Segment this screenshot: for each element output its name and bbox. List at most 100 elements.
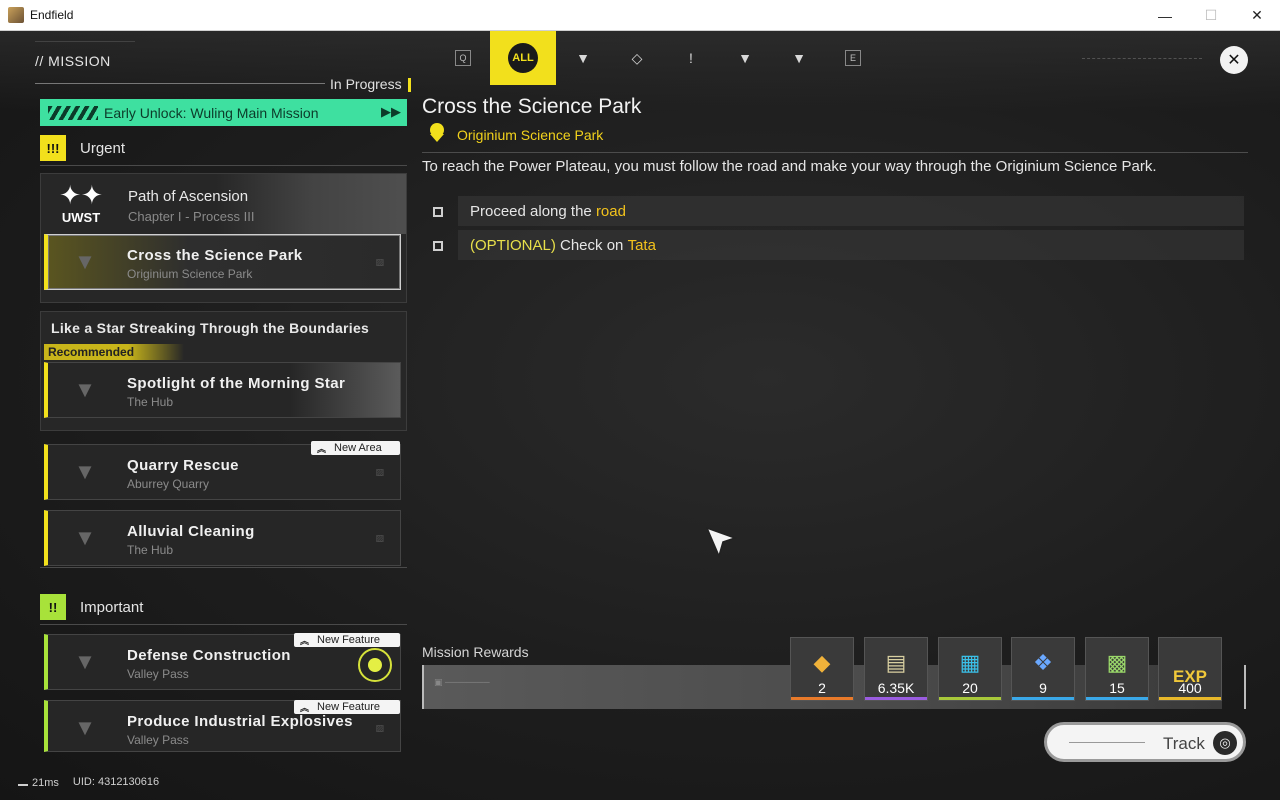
reward-item[interactable]: ◆ 2 (790, 637, 854, 701)
mission-emblem-icon: ▼ (74, 649, 96, 674)
section-divider (40, 567, 407, 568)
reward-item[interactable]: ▤ 6.35K (864, 637, 928, 701)
rarity-bar (791, 697, 853, 700)
objective-checkbox-icon (433, 241, 443, 251)
tab-urgent-missions[interactable]: ! (664, 31, 718, 85)
urgent-section-header: !!! Urgent (40, 135, 125, 161)
mission-title: Cross the Science Park (127, 247, 303, 264)
rewards-label: Mission Rewards (422, 644, 529, 660)
rarity-bar (939, 697, 1001, 700)
ping-readout: 21ms (18, 776, 59, 789)
tab-other-missions[interactable]: ▼ (772, 31, 826, 85)
mission-location: Valley Pass (127, 667, 189, 681)
mission-location: Valley Pass (127, 733, 189, 747)
uid-readout: UID: 4312130616 (72, 776, 160, 788)
new-area-badge: ︽ New Area (311, 441, 400, 455)
reward-quantity: 6.35K (877, 680, 915, 696)
tab-main-missions[interactable]: ▼ (556, 31, 610, 85)
tracking-indicator-icon (358, 648, 392, 682)
urgent-mission-icon: ! (689, 50, 693, 66)
minimize-button[interactable]: — (1142, 0, 1188, 31)
hatch-icon: ▨ (375, 467, 384, 477)
important-section-header: !! Important (40, 594, 143, 620)
mission-location: Originium Science Park (127, 267, 253, 281)
fast-forward-icon: ▶▶ (381, 104, 401, 119)
mission-card-spotlight-of-the-morning-star[interactable]: ▼ Spotlight of the Morning Star The Hub (44, 362, 401, 418)
list-divider (35, 83, 325, 84)
new-feature-badge: ︽ New Feature (294, 700, 400, 714)
track-button[interactable]: Track ◎ (1044, 722, 1246, 762)
uwst-logo: ✦✦ UWST (51, 180, 111, 232)
app-icon (8, 7, 24, 23)
in-progress-label: In Progress (330, 76, 402, 92)
rarity-bar (1012, 697, 1074, 700)
early-unlock-banner[interactable]: Early Unlock: Wuling Main Mission ▶▶ (40, 99, 407, 126)
status-bar: 21ms UID: 4312130616 (18, 776, 159, 789)
recommended-tag: Recommended (44, 344, 184, 360)
early-unlock-label: Early Unlock: Wuling Main Mission (104, 104, 319, 121)
reward-item[interactable]: ▩ 15 (1085, 637, 1149, 701)
tab-region-missions[interactable]: ▼ (718, 31, 772, 85)
close-icon: ✕ (1227, 52, 1241, 69)
mission-location: The Hub (127, 543, 174, 557)
blue-crystal-icon: ❖ (1033, 650, 1053, 675)
urgent-label: Urgent (80, 139, 126, 157)
urgent-icon: !!! (40, 135, 66, 161)
reward-quantity: 15 (1109, 680, 1125, 696)
group-title: Like a Star Streaking Through the Bounda… (51, 320, 370, 336)
section-divider (40, 165, 407, 166)
detail-title: Cross the Science Park (422, 95, 642, 118)
detail-description: To reach the Power Plateau, you must fol… (422, 158, 1157, 175)
mission-card-cross-the-science-park[interactable]: ▼ Cross the Science Park Originium Scien… (44, 234, 401, 290)
double-chevron-up-icon: ︽ (300, 702, 310, 713)
tab-side-missions[interactable]: ◇ (610, 31, 664, 85)
close-window-button[interactable]: ✕ (1234, 0, 1280, 31)
region-mission-icon: ▼ (738, 50, 752, 66)
game-area: // MISSION Q ALL ▼ ◇ ! ▼ ▼ E ✕ In Progre… (0, 31, 1280, 800)
other-mission-icon: ▼ (792, 50, 806, 66)
mission-emblem-icon: ▼ (74, 459, 96, 484)
important-label: Important (80, 598, 144, 616)
mission-filter-tabs: Q ALL ▼ ◇ ! ▼ ▼ E (436, 31, 880, 85)
tab-e[interactable]: E (826, 31, 880, 85)
tab-q[interactable]: Q (436, 31, 490, 85)
mission-title: Alluvial Cleaning (127, 523, 255, 540)
objective-row: Proceed along the road (458, 196, 1244, 226)
reward-quantity: 400 (1178, 680, 1202, 696)
signal-bars-icon (18, 776, 28, 786)
gold-crystal-icon: ◆ (813, 650, 831, 675)
mission-title: Produce Industrial Explosives (127, 713, 353, 730)
machine-part-icon: ▩ (1106, 650, 1128, 675)
reward-quantity: 9 (1039, 680, 1047, 696)
hatch-icon: ▨ (375, 257, 384, 267)
mission-emblem-icon: ▼ (74, 377, 96, 402)
target-icon: ◎ (1213, 731, 1237, 755)
hatch-icon: ▨ (375, 533, 384, 543)
group-subtitle: Chapter I - Process III (128, 209, 255, 224)
game-cursor-icon (705, 526, 737, 558)
mission-location: The Hub (127, 395, 174, 409)
reward-item[interactable]: EXP 400 (1158, 637, 1222, 701)
stripes-icon (48, 105, 98, 120)
track-button-label: Track (1163, 734, 1205, 753)
double-chevron-up-icon: ︽ (317, 443, 327, 454)
objective-row-optional: (OPTIONAL) Check on Tata (458, 230, 1244, 260)
mission-card-alluvial-cleaning[interactable]: ▼ Alluvial Cleaning The Hub ▨ (44, 510, 401, 566)
rarity-bar (1086, 697, 1148, 700)
uwst-star-icon: ✦✦ (59, 180, 103, 210)
maximize-button[interactable]: ☐ (1188, 0, 1234, 31)
tab-all[interactable]: ALL (490, 31, 556, 85)
close-mission-button[interactable]: ✕ (1220, 46, 1248, 74)
mission-title: Defense Construction (127, 647, 291, 664)
double-chevron-up-icon: ︽ (300, 635, 310, 646)
group-title: Path of Ascension (128, 188, 249, 205)
reward-item[interactable]: ▦ 20 (938, 637, 1002, 701)
side-mission-icon: ◇ (631, 49, 643, 66)
mission-title: Spotlight of the Morning Star (127, 375, 346, 392)
section-divider (40, 624, 407, 625)
header-decoration (35, 41, 135, 51)
in-progress-marker (408, 78, 411, 92)
reward-item[interactable]: ❖ 9 (1011, 637, 1075, 701)
mission-title: Quarry Rescue (127, 457, 239, 474)
top-right-decoration (1082, 49, 1202, 59)
